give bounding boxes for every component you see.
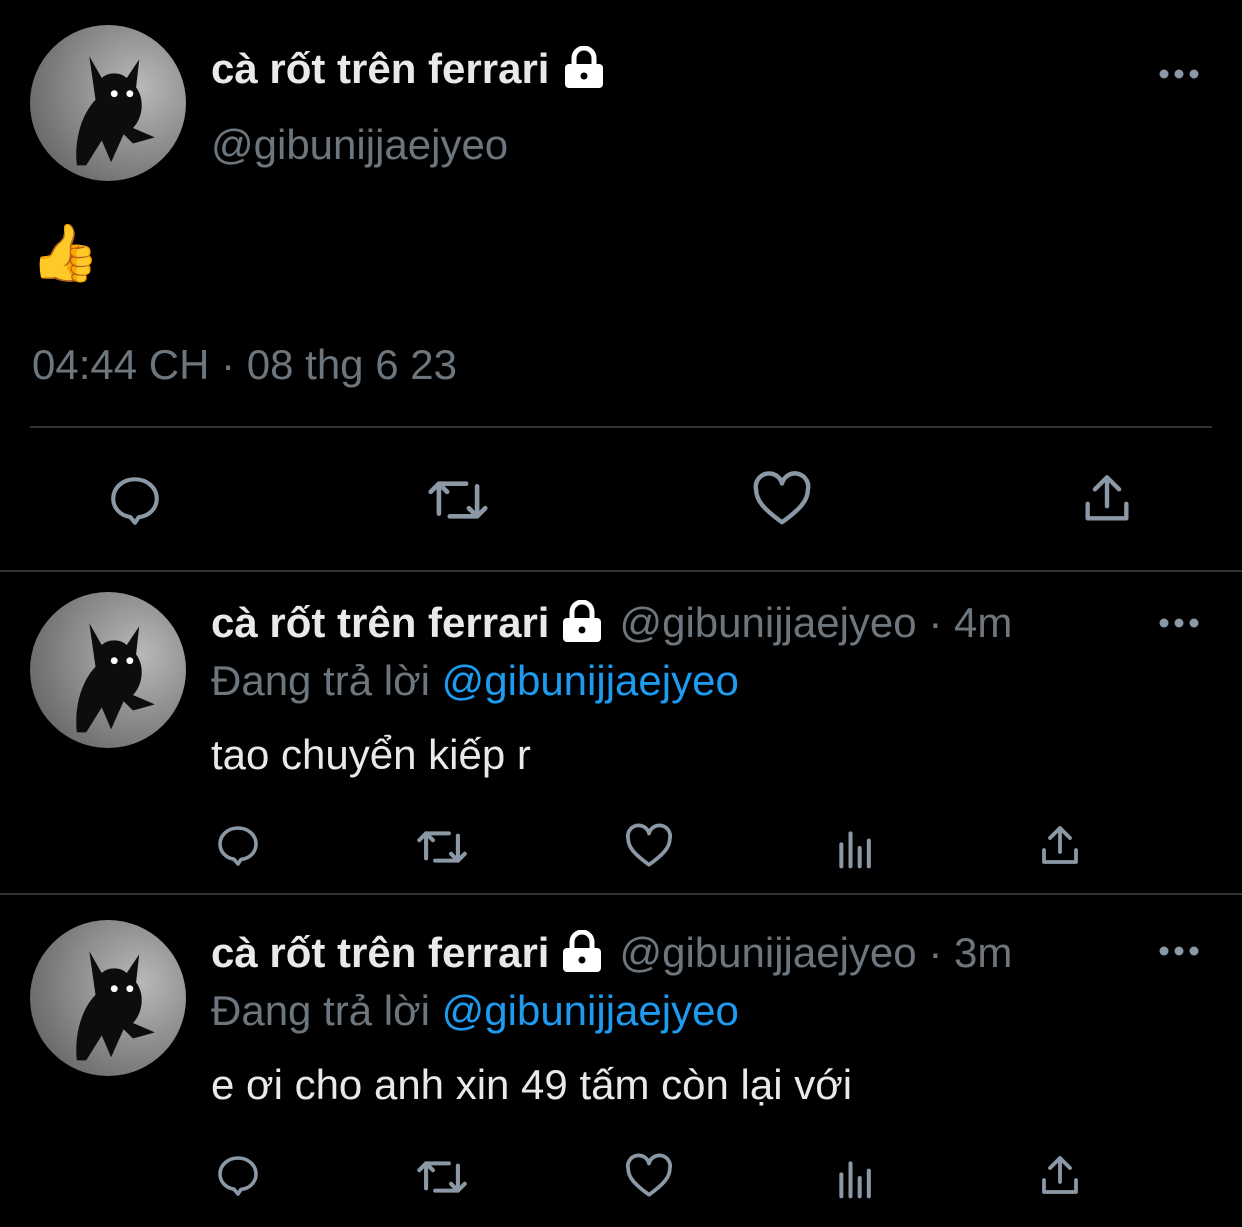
more-options-icon[interactable] bbox=[1158, 66, 1200, 82]
reply-icon[interactable] bbox=[214, 1152, 262, 1200]
share-icon[interactable] bbox=[1078, 470, 1136, 528]
lock-icon bbox=[559, 929, 605, 974]
more-options-icon[interactable] bbox=[1158, 615, 1200, 631]
analytics-icon[interactable] bbox=[834, 826, 878, 870]
author-handle[interactable]: @gibunijjaejyeo bbox=[211, 120, 508, 170]
like-icon[interactable] bbox=[751, 470, 813, 528]
tweet-time[interactable]: · 4m bbox=[928, 599, 1012, 646]
author-name[interactable]: cà rốt trên ferrari bbox=[211, 929, 549, 976]
reply-header: cà rốt trên ferrari @gibunijjaejyeo · 4m bbox=[211, 598, 1012, 648]
author-handle[interactable]: @gibunijjaejyeo bbox=[619, 599, 916, 646]
lock-icon bbox=[561, 45, 607, 90]
retweet-icon[interactable] bbox=[414, 822, 470, 872]
lock-icon bbox=[559, 599, 605, 644]
tweet-time[interactable]: · 3m bbox=[928, 929, 1012, 976]
avatar[interactable] bbox=[30, 920, 186, 1076]
retweet-icon[interactable] bbox=[425, 470, 491, 530]
tweet-timestamp[interactable]: 04:44 CH · 08 thg 6 23 bbox=[32, 340, 457, 390]
replying-to: Đang trả lời @gibunijjaejyeo bbox=[211, 987, 739, 1034]
author-name[interactable]: cà rốt trên ferrari bbox=[211, 44, 607, 94]
reply-icon[interactable] bbox=[106, 472, 164, 530]
divider bbox=[30, 426, 1212, 428]
share-icon[interactable] bbox=[1036, 1152, 1084, 1200]
reply-header: cà rốt trên ferrari @gibunijjaejyeo · 3m bbox=[211, 928, 1012, 978]
avatar[interactable] bbox=[30, 25, 186, 181]
divider bbox=[0, 893, 1242, 895]
tweet-body: 👍 bbox=[30, 221, 100, 284]
like-icon[interactable] bbox=[624, 1152, 674, 1200]
divider bbox=[0, 570, 1242, 572]
mention-link[interactable]: @gibunijjaejyeo bbox=[442, 657, 739, 704]
share-icon[interactable] bbox=[1036, 822, 1084, 870]
reply-icon[interactable] bbox=[214, 822, 262, 870]
mention-link[interactable]: @gibunijjaejyeo bbox=[442, 987, 739, 1034]
tweet-body: tao chuyển kiếp r bbox=[211, 731, 531, 778]
tweet-body: e ơi cho anh xin 49 tấm còn lại với bbox=[211, 1061, 853, 1108]
avatar[interactable] bbox=[30, 592, 186, 748]
author-handle[interactable]: @gibunijjaejyeo bbox=[619, 929, 916, 976]
analytics-icon[interactable] bbox=[834, 1156, 878, 1200]
author-name[interactable]: cà rốt trên ferrari bbox=[211, 599, 549, 646]
replying-to: Đang trả lời @gibunijjaejyeo bbox=[211, 657, 739, 704]
like-icon[interactable] bbox=[624, 822, 674, 870]
retweet-icon[interactable] bbox=[414, 1152, 470, 1202]
more-options-icon[interactable] bbox=[1158, 943, 1200, 959]
